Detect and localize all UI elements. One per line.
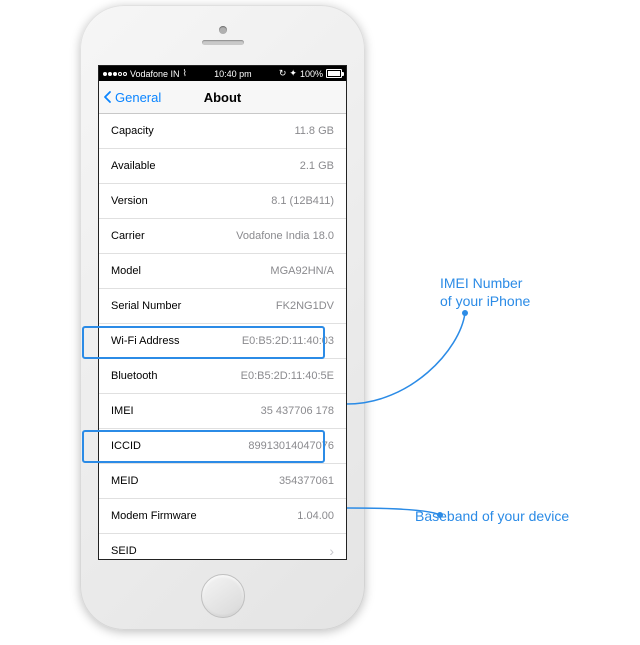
- status-time: 10:40 pm: [214, 69, 252, 79]
- row-imei: IMEI35 437706 178: [99, 394, 346, 429]
- row-iccid: ICCID89913014047076: [99, 429, 346, 464]
- earpiece-speaker: [202, 40, 244, 45]
- orientation-lock-icon: ↻: [279, 68, 287, 79]
- back-button[interactable]: General: [99, 90, 161, 105]
- device-screen: Vodafone IN ⌇ 10:40 pm ↻ ✦ 100% General …: [98, 65, 347, 560]
- battery-icon: [326, 69, 342, 78]
- wifi-icon: ⌇: [183, 68, 187, 79]
- row-serial-number: Serial NumberFK2NG1DV: [99, 289, 346, 324]
- device-top: [202, 5, 244, 65]
- about-group-main: Capacity11.8 GB Available2.1 GB Version8…: [99, 114, 346, 559]
- status-bar: Vodafone IN ⌇ 10:40 pm ↻ ✦ 100%: [99, 66, 346, 81]
- row-seid[interactable]: SEID›: [99, 534, 346, 559]
- iphone-device-frame: Vodafone IN ⌇ 10:40 pm ↻ ✦ 100% General …: [80, 5, 365, 630]
- back-label: General: [115, 90, 161, 105]
- signal-strength-icon: [103, 72, 127, 76]
- row-meid: MEID354377061: [99, 464, 346, 499]
- row-capacity: Capacity11.8 GB: [99, 114, 346, 149]
- row-modem-firmware: Modem Firmware1.04.00: [99, 499, 346, 534]
- row-bluetooth: BluetoothE0:B5:2D:11:40:5E: [99, 359, 346, 394]
- chevron-left-icon: [101, 90, 115, 104]
- bluetooth-icon: ✦: [289, 68, 297, 79]
- row-available: Available2.1 GB: [99, 149, 346, 184]
- chevron-right-icon: ›: [329, 543, 334, 559]
- front-camera: [219, 26, 227, 34]
- row-wifi-address: Wi-Fi AddressE0:B5:2D:11:40:03: [99, 324, 346, 359]
- navigation-bar: General About: [99, 81, 346, 114]
- row-model: ModelMGA92HN/A: [99, 254, 346, 289]
- row-carrier: CarrierVodafone India 18.0: [99, 219, 346, 254]
- status-battery: 100%: [300, 69, 323, 79]
- row-version: Version8.1 (12B411): [99, 184, 346, 219]
- status-carrier: Vodafone IN: [130, 69, 180, 79]
- home-button[interactable]: [201, 574, 245, 618]
- about-list: Capacity11.8 GB Available2.1 GB Version8…: [99, 114, 346, 559]
- annotation-imei: IMEI Number of your iPhone: [440, 275, 530, 310]
- annotation-baseband: Baseband of your device: [415, 508, 569, 524]
